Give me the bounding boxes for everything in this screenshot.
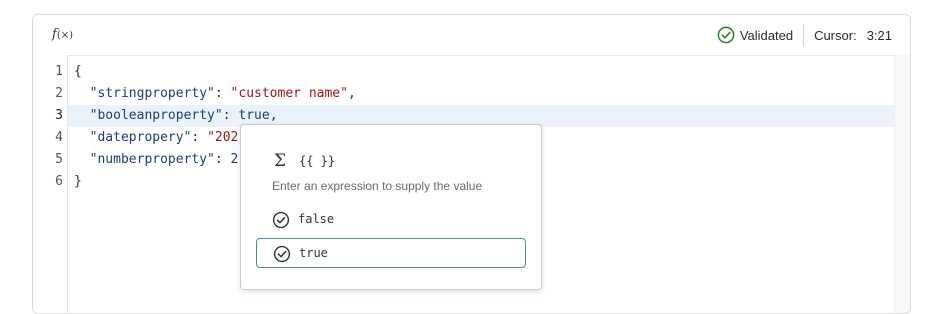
json-boolean-value: true [238,108,270,123]
expression-option[interactable]: {{ }} [299,154,335,168]
line-number: 6 [55,174,63,189]
line-number: 3 [55,108,63,123]
function-icon[interactable]: f(×) [52,27,73,44]
expression-hint: Enter an expression to supply the value [272,179,483,193]
status-divider [803,24,805,46]
json-comma: , [269,108,278,123]
option-label: false [298,212,335,226]
check-circle-icon [272,211,290,229]
line-number: 4 [55,130,63,145]
close-brace: } [74,174,82,189]
json-colon: : [214,152,231,167]
code-line[interactable]: { [68,61,895,83]
line-number: 1 [55,64,63,79]
json-key: "stringproperty" [89,86,215,101]
editor-status: Validated Cursor: 3:21 [717,15,892,55]
open-brace: { [74,64,82,79]
line-number: 5 [55,152,63,167]
fx-sub-glyph: (×) [56,30,73,41]
json-colon: : [191,130,208,145]
line-number-gutter: 1 2 3 4 5 6 [33,55,68,313]
check-circle-icon [717,26,735,44]
check-circle-icon [273,245,291,263]
json-colon: : [214,86,231,101]
vertical-scrollbar[interactable] [894,55,910,313]
line-number: 2 [55,86,63,101]
json-key: "datepropery" [89,130,192,145]
json-string-value: "202 [207,130,239,145]
validated-label: Validated [739,27,794,43]
cursor-position: 3:21 [866,27,892,43]
json-comma: , [347,86,356,101]
option-false[interactable]: false [256,205,526,235]
json-string-value: "customer name" [230,86,348,101]
editor-toolbar: f(×) Validated Cursor: 3:21 [33,15,910,56]
code-line[interactable]: "stringproperty": "customer name", [68,83,895,105]
option-true[interactable]: true [256,238,526,268]
sigma-icon: Σ [274,151,287,171]
option-label: true [299,246,328,260]
json-colon: : [222,108,239,123]
cursor-label: Cursor: [814,27,857,43]
value-suggestion-popup: Σ {{ }} Enter an expression to supply th… [240,124,542,290]
json-key: "booleanproperty" [89,108,223,123]
json-key: "numberproperty" [89,152,215,167]
json-number-value: 2 [230,152,239,167]
